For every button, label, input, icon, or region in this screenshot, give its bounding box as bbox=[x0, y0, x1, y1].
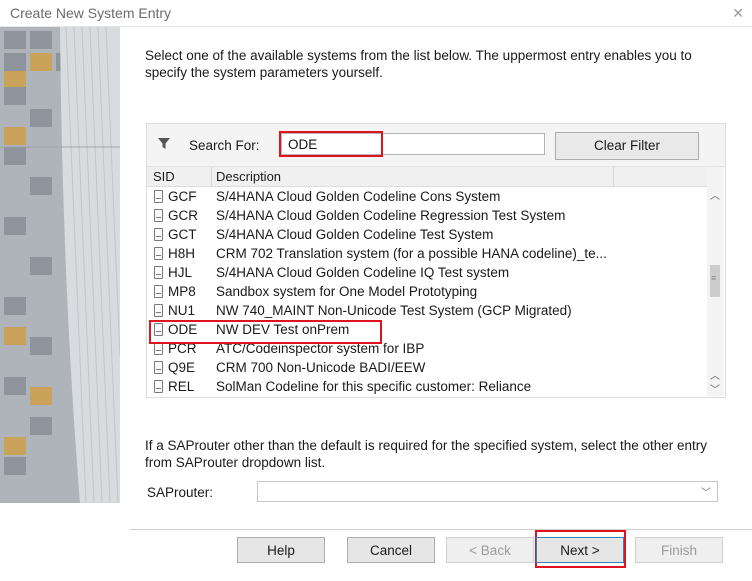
row-description: S/4HANA Cloud Golden Codeline IQ Test sy… bbox=[216, 265, 510, 280]
system-icon bbox=[154, 361, 163, 374]
row-description: NW DEV Test onPrem bbox=[216, 322, 350, 337]
system-rows: GCF S/4HANA Cloud Golden Codeline Cons Sy… bbox=[147, 187, 707, 397]
table-row[interactable]: NU1 NW 740_MAINT Non-Unicode Test System … bbox=[147, 301, 707, 320]
table-row[interactable]: HJL S/4HANA Cloud Golden Codeline IQ Test… bbox=[147, 263, 707, 282]
list-scrollbar[interactable]: ︿ ︿ ﹀ bbox=[707, 167, 724, 396]
finish-label: Finish bbox=[660, 543, 697, 558]
clear-filter-label: Clear Filter bbox=[593, 138, 660, 153]
row-description: ATC/Codeinspector system for IBP bbox=[216, 341, 425, 356]
system-icon bbox=[154, 323, 163, 336]
help-button[interactable]: Help bbox=[237, 537, 325, 563]
row-description: CRM 700 Non-Unicode BADI/EEW bbox=[216, 360, 426, 375]
column-sid[interactable]: SID bbox=[153, 169, 175, 184]
clear-filter-button[interactable]: Clear Filter bbox=[555, 132, 699, 160]
system-icon bbox=[154, 266, 163, 279]
row-description: Sandbox system for One Model Prototyping bbox=[216, 284, 478, 299]
row-sid: PCR bbox=[168, 341, 197, 356]
system-icon bbox=[154, 209, 163, 222]
table-row[interactable]: PCR ATC/Codeinspector system for IBP bbox=[147, 339, 707, 358]
column-header: SID Description bbox=[147, 167, 707, 187]
row-description: S/4HANA Cloud Golden Codeline Test Syste… bbox=[216, 227, 494, 242]
scroll-down-icon[interactable]: ﹀ bbox=[710, 381, 720, 396]
table-row[interactable]: H8H CRM 702 Translation system (for a pos… bbox=[147, 244, 707, 263]
row-sid: GCR bbox=[168, 208, 198, 223]
chevron-down-icon: ﹀ bbox=[701, 488, 711, 499]
row-description: SolMan Codeline for this specific custom… bbox=[216, 379, 532, 394]
row-sid: MP8 bbox=[168, 284, 196, 299]
system-icon bbox=[154, 285, 163, 298]
search-input[interactable] bbox=[281, 133, 545, 155]
filter-bar: Search For: Clear Filter bbox=[147, 124, 725, 167]
cancel-label: Cancel bbox=[369, 543, 413, 558]
row-description: NW 740_MAINT Non-Unicode Test System (GC… bbox=[216, 303, 572, 318]
row-sid: ODE bbox=[168, 322, 198, 337]
next-button[interactable]: Next > bbox=[536, 537, 624, 563]
table-row[interactable]: REL SolMan Codeline for this specific cus… bbox=[147, 377, 707, 396]
window-title: Create New System Entry bbox=[10, 5, 172, 21]
row-sid: HJL bbox=[168, 265, 193, 280]
row-description: S/4HANA Cloud Golden Codeline Cons Syste… bbox=[216, 189, 501, 204]
cancel-button[interactable]: Cancel bbox=[347, 537, 435, 563]
table-row[interactable]: GCF S/4HANA Cloud Golden Codeline Cons Sy… bbox=[147, 187, 707, 206]
system-icon bbox=[154, 190, 163, 203]
scroll-up-icon[interactable]: ︿ bbox=[710, 367, 720, 382]
scroll-up-icon[interactable]: ︿ bbox=[710, 187, 720, 202]
system-icon bbox=[154, 342, 163, 355]
scroll-thumb[interactable] bbox=[710, 265, 720, 297]
column-description[interactable]: Description bbox=[216, 169, 281, 184]
title-bar: Create New System Entry ✕ bbox=[0, 0, 752, 27]
system-icon bbox=[154, 247, 163, 260]
row-description: CRM 702 Translation system (for a possib… bbox=[216, 246, 607, 261]
intro-text: Select one of the available systems from… bbox=[145, 48, 692, 80]
finish-button[interactable]: Finish bbox=[635, 537, 723, 563]
row-description: S/4HANA Cloud Golden Codeline Regression… bbox=[216, 208, 566, 223]
row-sid: NU1 bbox=[168, 303, 196, 318]
decorative-building-image bbox=[0, 27, 120, 503]
close-icon[interactable]: ✕ bbox=[732, 5, 744, 22]
system-list-panel: Search For: Clear Filter SID Description… bbox=[146, 123, 726, 398]
row-sid: GCF bbox=[168, 189, 197, 204]
column-divider bbox=[613, 167, 614, 186]
back-button[interactable]: < Back bbox=[446, 537, 534, 563]
table-row[interactable]: MP8 Sandbox system for One Model Prototyp… bbox=[147, 282, 707, 301]
search-label: Search For: bbox=[189, 138, 260, 153]
system-icon bbox=[154, 380, 163, 393]
row-sid: REL bbox=[168, 379, 195, 394]
help-label: Help bbox=[267, 543, 295, 558]
saprouter-dropdown[interactable]: ﹀ bbox=[257, 481, 718, 502]
footer-divider bbox=[130, 529, 752, 530]
table-row[interactable]: GCT S/4HANA Cloud Golden Codeline Test Sy… bbox=[147, 225, 707, 244]
table-row-selected[interactable]: ODE NW DEV Test onPrem bbox=[147, 320, 707, 339]
back-label: < Back bbox=[469, 543, 511, 558]
row-sid: H8H bbox=[168, 246, 196, 261]
table-row[interactable]: Q9E CRM 700 Non-Unicode BADI/EEW bbox=[147, 358, 707, 377]
system-icon bbox=[154, 228, 163, 241]
row-sid: Q9E bbox=[168, 360, 196, 375]
next-label: Next > bbox=[560, 543, 600, 558]
funnel-icon bbox=[157, 137, 171, 154]
saprouter-label: SAProuter: bbox=[147, 485, 214, 500]
column-divider bbox=[211, 167, 212, 186]
row-sid: GCT bbox=[168, 227, 197, 242]
saprouter-note: If a SAProuter other than the default is… bbox=[145, 438, 708, 470]
table-row[interactable]: GCR S/4HANA Cloud Golden Codeline Regress… bbox=[147, 206, 707, 225]
system-icon bbox=[154, 304, 163, 317]
